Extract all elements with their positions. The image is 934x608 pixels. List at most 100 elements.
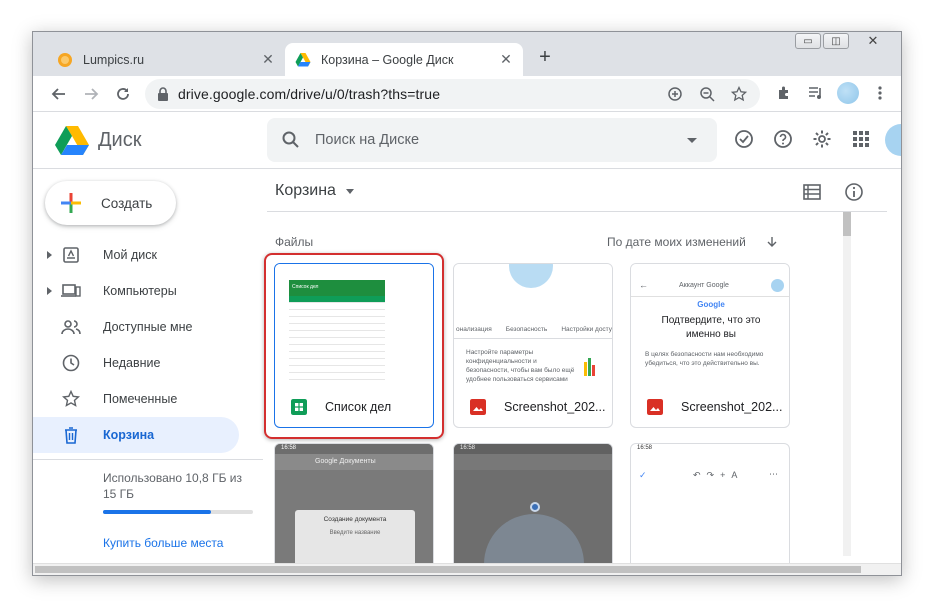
- storage-bar-fill: [103, 510, 211, 514]
- preview-enter-name: Введите название: [329, 530, 381, 536]
- tab-strip: Lumpics.ru ✕ Корзина – Google Диск ✕ + ▭…: [33, 32, 901, 76]
- browser-toolbar: drive.google.com/drive/u/0/trash?ths=tru…: [33, 76, 901, 112]
- preview-divider: [631, 296, 789, 297]
- close-window-button[interactable]: ✕: [851, 33, 895, 49]
- search-options-icon[interactable]: [687, 137, 697, 143]
- sheets-file-icon: [291, 398, 307, 415]
- window-controls: ▭ ◫ ✕: [795, 33, 895, 49]
- sidebar-item-starred[interactable]: Помеченные: [33, 381, 239, 417]
- buy-storage-link[interactable]: Купить больше места: [103, 536, 263, 550]
- sheet-header-row: [289, 296, 385, 302]
- file-card-sheets[interactable]: Список дел Список дел: [274, 263, 434, 428]
- preview-pin-icon: [530, 502, 540, 512]
- search-placeholder: Поиск на Диске: [315, 132, 420, 148]
- menu-dots-icon[interactable]: [869, 82, 891, 104]
- sidebar-item-my-drive[interactable]: Мой диск: [33, 237, 239, 273]
- google-drive-logo-icon[interactable]: [55, 125, 89, 155]
- create-button[interactable]: Создать: [45, 181, 176, 225]
- main-top-icons: [801, 181, 865, 203]
- address-bar[interactable]: drive.google.com/drive/u/0/trash?ths=tru…: [145, 79, 760, 109]
- drive-header: Диск Поиск на Диске: [33, 112, 901, 169]
- preview-avatar: [771, 279, 784, 292]
- zoom-out-icon[interactable]: [696, 83, 718, 105]
- drive-logo-text[interactable]: Диск: [98, 129, 141, 152]
- title-dropdown-icon[interactable]: [345, 188, 354, 194]
- sort-direction-arrow-icon[interactable]: [766, 236, 778, 248]
- restore-button[interactable]: ◫: [823, 33, 849, 49]
- expand-arrow-icon[interactable]: [47, 287, 52, 295]
- file-name: Список дел: [325, 399, 392, 414]
- toolbar-right: [773, 82, 891, 104]
- main-content: Корзина Файлы По дате моих изменений Спи…: [264, 169, 887, 575]
- horizontal-scrollbar[interactable]: [33, 563, 901, 575]
- lock-icon: [158, 87, 168, 101]
- profile-avatar[interactable]: [837, 82, 859, 104]
- sidebar-item-recent[interactable]: Недавние: [33, 345, 239, 381]
- apps-grid-icon[interactable]: [850, 128, 872, 150]
- storage-bar: [103, 510, 253, 514]
- tab-close-icon[interactable]: ✕: [257, 51, 279, 68]
- info-icon[interactable]: [843, 181, 865, 203]
- offline-check-icon[interactable]: [733, 128, 755, 150]
- sidebar-nav: Мой диск Компьютеры Доступные мне Недавн…: [33, 237, 239, 453]
- preview-avatar: [509, 264, 553, 288]
- page-title[interactable]: Корзина: [275, 182, 354, 200]
- list-view-icon[interactable]: [801, 181, 823, 203]
- tab-close-icon[interactable]: ✕: [495, 51, 517, 68]
- preview-tab: Настройки досту: [561, 326, 612, 333]
- preview-check-icon: ✓: [639, 470, 647, 480]
- zoom-in-icon[interactable]: [664, 83, 686, 105]
- tab-lumpics[interactable]: Lumpics.ru ✕: [47, 43, 285, 76]
- preview-more-icon: ⋯: [769, 469, 778, 479]
- drive-page: Диск Поиск на Диске Создать Мой диск Ком…: [33, 112, 901, 575]
- sidebar-item-computers[interactable]: Компьютеры: [33, 273, 239, 309]
- sidebar-item-label: Мой диск: [103, 248, 157, 262]
- preview-docs-app: Google Документы: [315, 458, 376, 465]
- sort-control[interactable]: По дате моих изменений: [607, 235, 778, 249]
- reload-icon[interactable]: [111, 82, 135, 106]
- preview-time: 16:58: [454, 444, 612, 454]
- colored-plus-icon: [61, 193, 81, 213]
- sidebar-item-trash[interactable]: Корзина: [33, 417, 239, 453]
- preview-create-doc: Создание документа: [323, 516, 387, 523]
- account-avatar[interactable]: [885, 124, 901, 156]
- file-meta: Список дел: [275, 384, 433, 427]
- help-icon[interactable]: [772, 128, 794, 150]
- preview-tab: онализация: [456, 326, 492, 333]
- google-drive-favicon-icon: [295, 52, 311, 66]
- image-file-icon: [647, 398, 663, 415]
- scrollbar-thumb[interactable]: [35, 566, 861, 573]
- orange-favicon-icon: [58, 52, 72, 67]
- tab-title: Корзина – Google Диск: [321, 52, 454, 67]
- search-icon[interactable]: [281, 130, 301, 150]
- storage-section: Использовано 10,8 ГБ из 15 ГБ Купить бол…: [33, 459, 263, 550]
- media-queue-icon[interactable]: [805, 82, 827, 104]
- forward-icon[interactable]: [79, 82, 103, 106]
- file-card-screenshot-editor[interactable]: 16:58 ✓ ↶↷+A ⋯: [630, 443, 790, 575]
- scrollbar-thumb[interactable]: [843, 212, 851, 236]
- drive-sidebar: Создать Мой диск Компьютеры Доступные мн…: [33, 169, 263, 575]
- computer-icon: [61, 281, 81, 301]
- back-icon[interactable]: [47, 82, 71, 106]
- file-card-screenshot[interactable]: онализация Безопасность Настройки досту …: [453, 263, 613, 428]
- sidebar-item-label: Недавние: [103, 356, 161, 370]
- file-card-screenshot-docs[interactable]: 16:58 Google Документы Создание документ…: [274, 443, 434, 575]
- new-tab-button[interactable]: +: [533, 46, 557, 69]
- tab-drive-trash[interactable]: Корзина – Google Диск ✕: [285, 43, 523, 76]
- sidebar-item-label: Компьютеры: [103, 284, 177, 298]
- header-icons: [733, 128, 872, 150]
- file-card-screenshot-map[interactable]: 16:58: [453, 443, 613, 575]
- extensions-icon[interactable]: [773, 82, 795, 104]
- sidebar-item-shared[interactable]: Доступные мне: [33, 309, 239, 345]
- drive-search-box[interactable]: Поиск на Диске: [267, 118, 717, 162]
- bookmark-star-icon[interactable]: [728, 83, 750, 105]
- sheet-rows: [289, 296, 385, 384]
- sort-label[interactable]: По дате моих изменений: [607, 235, 746, 249]
- expand-arrow-icon[interactable]: [47, 251, 52, 259]
- preview-tab: Безопасность: [505, 326, 548, 333]
- settings-gear-icon[interactable]: [811, 128, 833, 150]
- minimize-button[interactable]: ▭: [795, 33, 821, 49]
- clock-icon: [61, 353, 81, 373]
- file-card-screenshot[interactable]: ← Аккаунт Google Google Подтвердите, что…: [630, 263, 790, 428]
- vertical-scrollbar[interactable]: [843, 212, 851, 556]
